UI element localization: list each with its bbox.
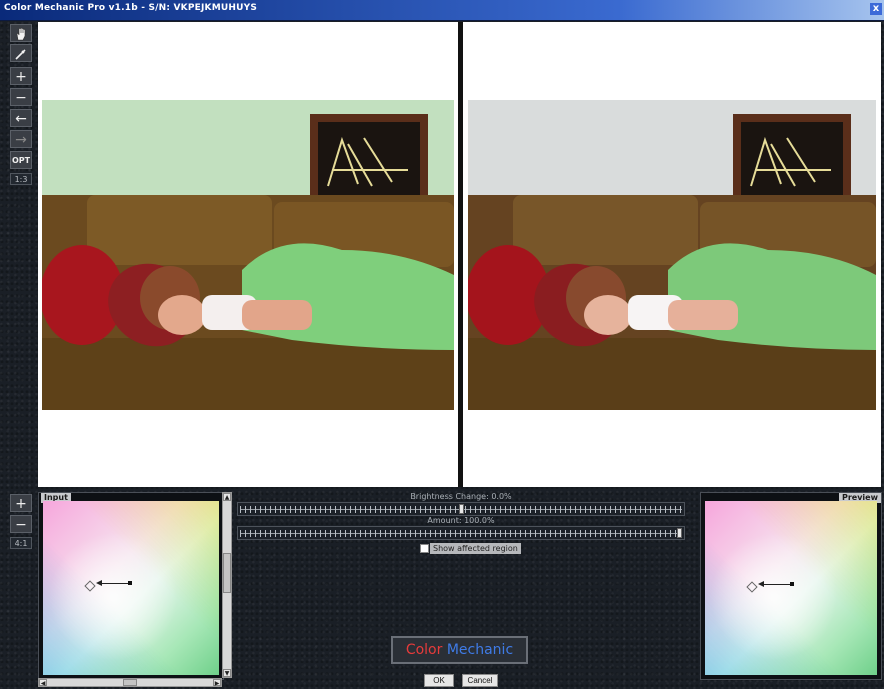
color-zoom-ratio-label: 4:1 [10,537,32,549]
input-vector-handle[interactable] [128,581,132,585]
window-title: Color Mechanic Pro v1.1b - S/N: VKPEJKMU… [4,3,258,13]
preview-vector-handle [790,582,794,586]
scroll-right-button[interactable]: ▶ [213,679,221,687]
eyedropper-icon [15,49,26,60]
scroll-left-button[interactable]: ◀ [39,679,47,687]
color-zoom-out-button[interactable]: − [10,515,32,533]
hand-icon [16,27,26,41]
zoom-in-button[interactable]: + [10,67,32,85]
zoom-ratio-label: 1:3 [10,173,32,185]
logo-word-color: Color [405,642,443,658]
hand-tool[interactable] [10,24,32,42]
brightness-track[interactable] [237,502,685,516]
close-button[interactable]: x [870,3,882,15]
color-mechanic-logo: Color Mechanic [391,636,528,664]
amount-track[interactable] [237,526,685,540]
amount-slider[interactable]: Amount: 100.0% [237,516,685,540]
title-bar: Color Mechanic Pro v1.1b - S/N: VKPEJKMU… [0,0,884,21]
zoom-out-button[interactable]: − [10,88,32,106]
preview-color-box[interactable]: Preview [700,492,882,680]
preview-color-field [705,501,877,675]
input-color-field[interactable] [43,501,219,675]
brightness-slider[interactable]: Brightness Change: 0.0% [237,492,685,516]
amount-ticks [240,530,682,537]
eyedropper-tool[interactable] [10,44,32,62]
preview-vector-line [763,584,791,585]
scroll-up-button[interactable]: ▲ [223,493,231,501]
brightness-thumb[interactable] [458,504,464,514]
original-image-pane[interactable] [38,22,458,487]
options-button[interactable]: OPT [10,151,32,169]
logo-word-mechanic: Mechanic [446,642,514,658]
scroll-thumb[interactable] [223,553,231,593]
scroll-down-button[interactable]: ▼ [223,669,231,677]
show-affected-checkbox[interactable] [420,544,429,553]
amount-label: Amount: 100.0% [427,516,495,525]
amount-thumb[interactable] [677,528,682,538]
input-color-box[interactable]: Input [38,492,224,680]
preview-image-pane[interactable] [463,22,881,487]
undo-button[interactable]: ← [10,109,32,127]
brightness-label: Brightness Change: 0.0% [410,492,512,501]
cancel-button[interactable]: Cancel [462,674,498,687]
show-affected-label: Show affected region [430,543,521,554]
original-photo [42,100,454,410]
input-vector-line [101,583,129,584]
hscroll-thumb[interactable] [123,679,137,686]
input-vertical-scrollbar[interactable]: ▲ ▼ [222,492,232,678]
preview-photo [468,100,876,410]
ok-button[interactable]: OK [424,674,454,687]
color-zoom-in-button[interactable]: + [10,494,32,512]
input-horizontal-scrollbar[interactable]: ◀ ▶ [38,678,222,687]
redo-button[interactable]: → [10,130,32,148]
